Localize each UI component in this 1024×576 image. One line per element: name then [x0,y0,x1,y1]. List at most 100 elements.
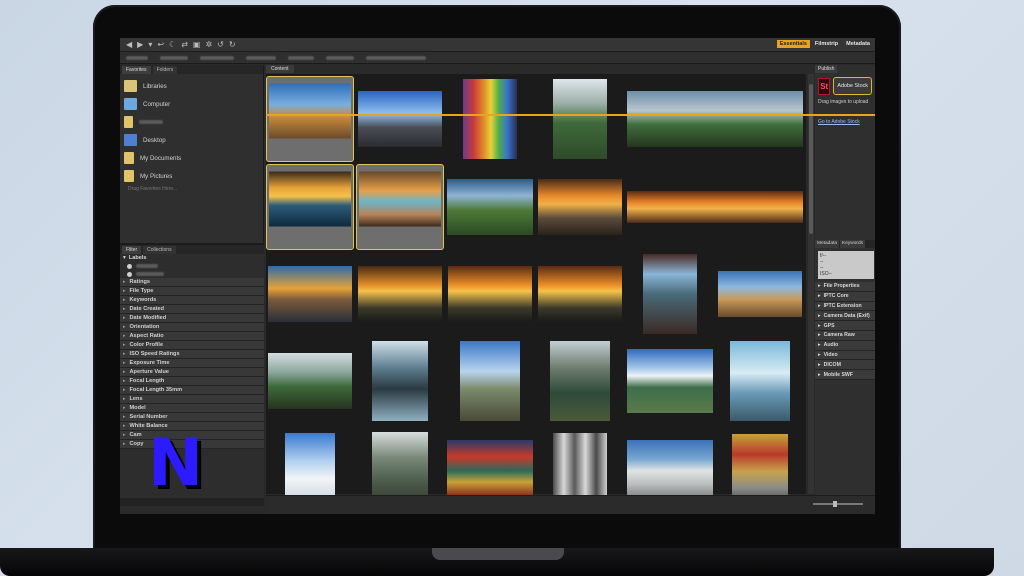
filter-category-row[interactable]: ▸ Exposure Time [120,359,264,368]
thumbnail-cell[interactable] [716,251,804,337]
thumbnail-cell[interactable] [356,76,444,162]
workspace-metadata[interactable]: Metadata [843,40,873,48]
tab-favorites[interactable]: Favorites [122,66,151,74]
path-segment[interactable] [326,55,354,60]
path-segment[interactable] [160,55,188,60]
boomerang-icon[interactable]: ↩ [157,40,164,49]
thumbnail-image[interactable] [372,432,428,504]
thumbnail-image[interactable] [359,171,441,227]
go-to-adobe-stock-link[interactable]: Go to Adobe Stock [815,119,875,125]
refine-icon[interactable]: ⇄ [181,40,188,49]
thumbnail-size-slider[interactable] [813,503,863,505]
filter-category-row[interactable]: ▸ ISO Speed Ratings [120,350,264,359]
thumbnail-image[interactable] [269,83,351,139]
thumbnail-image[interactable] [448,266,532,322]
thumbnail-image[interactable] [463,79,517,159]
filter-category-row[interactable]: ▸ Keywords [120,296,264,305]
forward-arrow-icon[interactable]: ▶ [137,40,143,49]
favorite-desktop[interactable]: Desktop [124,131,263,149]
thumbnail-cell[interactable] [626,164,804,250]
thumbnail-image[interactable] [553,79,607,159]
metadata-section-row[interactable]: ▸ GPS [815,321,875,331]
filter-category-row[interactable]: ▸ Date Modified [120,314,264,323]
metadata-section-row[interactable]: ▸ DICOM [815,360,875,371]
metadata-section-row[interactable]: ▸ IPTC Extension [815,301,875,312]
thumbnail-cell-selected[interactable] [266,164,354,250]
filter-category-row[interactable]: ▸ Focal Length 35mm [120,386,264,395]
metadata-section-row[interactable]: ▸ IPTC Core [815,291,875,302]
thumbnail-cell[interactable] [536,338,624,424]
content-scrollbar[interactable] [808,74,814,494]
tab-keywords[interactable]: Keywords [840,240,866,248]
thumbnail-cell[interactable] [536,251,624,337]
thumbnail-image[interactable] [358,91,442,147]
filter-label-option[interactable] [120,270,264,278]
thumbnail-image[interactable] [627,440,713,496]
rotate-left-icon[interactable]: ↺ [217,40,224,49]
thumbnail-cell[interactable] [626,76,804,162]
thumbnail-cell[interactable] [446,251,534,337]
thumbnail-image[interactable] [538,266,622,322]
path-segment[interactable] [126,55,148,60]
path-segment[interactable] [246,55,276,60]
thumbnail-image[interactable] [372,341,428,421]
thumbnail-image[interactable] [643,254,697,334]
filter-category-row[interactable]: ▸ Model [120,404,264,413]
filter-category-row[interactable]: ▸ Lens [120,395,264,404]
path-segment[interactable] [200,55,234,60]
thumbnail-cell[interactable] [536,164,624,250]
thumbnail-image[interactable] [627,91,803,147]
metadata-section-row[interactable]: ▸ Camera Data (Exif) [815,311,875,322]
thumbnail-cell[interactable] [536,76,624,162]
thumbnail-cell[interactable] [716,338,804,424]
scrollbar-thumb[interactable] [809,84,813,234]
favorite-libraries[interactable]: Libraries [124,77,263,95]
back-arrow-icon[interactable]: ◀ [126,40,132,49]
filter-category-row[interactable]: ▸ Focal Length [120,377,264,386]
thumbnail-image[interactable] [732,434,788,502]
adobe-stock-button[interactable]: Adobe Stock [833,77,872,95]
metadata-section-row[interactable]: ▸ Mobile SWF [815,370,875,380]
metadata-section-row[interactable]: ▸ Video [815,350,875,361]
thumbnail-cell[interactable] [356,251,444,337]
thumbnail-image[interactable] [447,440,533,496]
path-segment[interactable] [288,55,314,60]
metadata-section-row[interactable]: ▸ Audio [815,340,875,351]
thumbnail-cell[interactable] [266,251,354,337]
thumbnail-cell[interactable] [266,338,354,424]
tab-content[interactable]: Content [266,65,294,73]
thumbnail-cell-selected[interactable] [356,164,444,250]
thumbnail-cell[interactable] [446,76,534,162]
chevron-down-icon[interactable]: ▾ [148,40,152,49]
favorite-my-documents[interactable]: My Documents [124,149,263,167]
rotate-right-icon[interactable]: ↻ [229,40,236,49]
filter-category-row[interactable]: ▸ Ratings [120,278,264,287]
metadata-section-row[interactable]: ▸ Camera Raw [815,330,875,341]
filter-category-row[interactable]: ▸ Color Profile [120,341,264,350]
thumbnail-cell[interactable] [626,251,714,337]
thumbnail-image[interactable] [268,353,352,409]
thumbnail-image[interactable] [268,266,352,322]
filter-category-row[interactable]: ▸ Date Created [120,305,264,314]
thumbnail-image[interactable] [358,266,442,322]
rotate-icon[interactable]: ☾ [169,40,176,49]
filter-category-row[interactable]: ▸ Orientation [120,323,264,332]
thumbnail-cell[interactable] [446,338,534,424]
thumbnail-image[interactable] [269,171,351,227]
workspace-filmstrip[interactable]: Filmstrip [812,40,841,48]
filter-labels-header[interactable]: ▾ Labels [120,254,264,262]
thumbnail-image[interactable] [447,179,533,235]
filter-category-row[interactable]: ▸ Aspect Ratio [120,332,264,341]
filter-category-row[interactable]: ▸ Serial Number [120,413,264,422]
thumbnail-image[interactable] [730,341,790,421]
tab-filter[interactable]: Filter [122,246,142,254]
filter-category-row[interactable]: ▸ File Type [120,287,264,296]
path-segment[interactable] [366,55,426,60]
thumbnail-size-slider-knob[interactable] [833,501,837,507]
workspace-essentials[interactable]: Essentials [776,40,810,48]
settings-gear-icon[interactable]: ✲ [205,40,212,49]
tab-metadata[interactable]: Metadata [815,240,840,248]
favorite-computer[interactable]: Computer [124,95,263,113]
tab-collections[interactable]: Collections [143,246,176,254]
camera-import-icon[interactable]: ▣ [193,40,201,49]
